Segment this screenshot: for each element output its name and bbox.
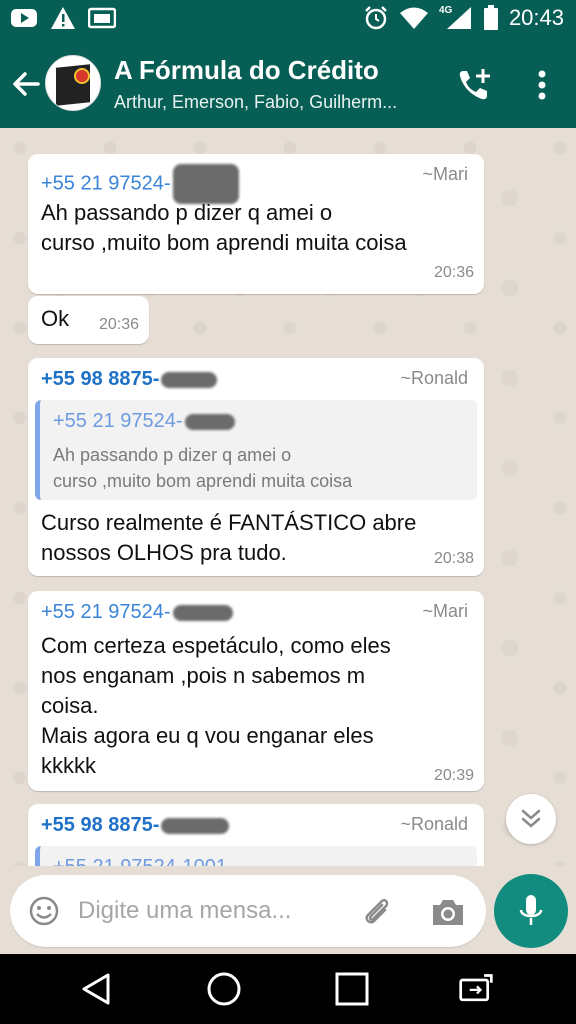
sender-alias: ~Mari: [422, 164, 468, 184]
more-vert-icon[interactable]: [528, 65, 556, 105]
youtube-icon: [11, 9, 37, 27]
warning-icon: [51, 7, 75, 29]
quoted-sender: +55 21 97524-: [53, 410, 235, 433]
nav-back-icon[interactable]: [78, 971, 114, 1007]
add-call-icon[interactable]: [455, 65, 495, 105]
message-bubble[interactable]: +55 98 8875- ~Ronald +55 21 97524-1001: [28, 804, 484, 866]
sender-alias: ~Ronald: [400, 814, 468, 834]
message-bubble[interactable]: Ok 20:36: [28, 296, 149, 344]
system-nav-bar: [0, 954, 576, 1024]
mic-icon: [519, 895, 543, 925]
message-text: Com certeza espetáculo, como eles nos en…: [41, 633, 391, 778]
nav-recents-icon[interactable]: [334, 971, 370, 1007]
alarm-icon: [365, 6, 387, 30]
chat-title[interactable]: A Fórmula do Crédito: [114, 55, 379, 86]
message-time: 20:36: [433, 264, 474, 281]
wifi-icon: [399, 7, 428, 29]
quoted-text: Ah passando p dizer q amei o curso ,muit…: [53, 445, 353, 491]
redacted-number: [184, 413, 235, 430]
participants-list[interactable]: Arthur, Emerson, Fabio, Guilherm...: [114, 92, 434, 113]
quoted-message[interactable]: +55 21 97524-1001: [35, 846, 477, 866]
chat-area[interactable]: +55 21 97524- ~Mari Ah passando p dizer …: [0, 128, 576, 866]
message-input-box[interactable]: Digite uma mensa...: [10, 875, 486, 947]
battery-icon: [483, 5, 498, 30]
redacted-number: [161, 371, 218, 388]
voice-record-button[interactable]: [494, 874, 568, 948]
sender-alias: ~Ronald: [400, 368, 468, 388]
quoted-sender: +55 21 97524-1001: [53, 856, 227, 866]
chat-header: A Fórmula do Crédito Arthur, Emerson, Fa…: [0, 38, 576, 128]
sender-alias: ~Mari: [422, 601, 468, 621]
emoji-icon[interactable]: [28, 895, 60, 927]
status-time: 20:43: [508, 5, 564, 30]
chevron-double-down-icon: [521, 809, 541, 828]
scroll-down-button[interactable]: [506, 794, 556, 844]
screen-rotate-icon[interactable]: [458, 971, 494, 1007]
nav-home-icon[interactable]: [206, 971, 242, 1007]
message-bubble[interactable]: +55 21 97524- ~Mari Ah passando p dizer …: [28, 154, 484, 294]
message-time: 20:36: [98, 316, 139, 333]
back-arrow-icon[interactable]: [8, 66, 44, 102]
network-type-label: 4G: [438, 5, 453, 16]
status-bar: 4G 20:43: [0, 0, 576, 38]
message-bubble[interactable]: +55 98 8875- ~Ronald +55 21 97524- Ah pa…: [28, 358, 484, 576]
compose-bar: Digite uma mensa...: [0, 866, 576, 954]
camera-icon[interactable]: [430, 895, 466, 929]
message-bubble[interactable]: +55 21 97524- ~Mari Com certeza espetácu…: [28, 591, 484, 791]
message-time: 20:39: [433, 767, 474, 784]
message-input[interactable]: Digite uma mensa...: [78, 897, 291, 925]
screen-share-icon: [88, 7, 116, 29]
message-text: Ok: [41, 306, 70, 331]
sender-phone[interactable]: +55 98 8875-: [41, 368, 218, 391]
attach-icon[interactable]: [360, 895, 394, 929]
sender-phone[interactable]: +55 21 97524-: [41, 601, 233, 624]
avatar-logo: [74, 68, 90, 84]
group-avatar[interactable]: [45, 55, 101, 111]
message-text: Curso realmente é FANTÁSTICO abre nossos…: [41, 510, 417, 565]
message-text: Ah passando p dizer q amei o curso ,muit…: [41, 200, 407, 255]
quoted-message[interactable]: +55 21 97524- Ah passando p dizer q amei…: [35, 400, 477, 500]
message-time: 20:38: [433, 550, 474, 567]
redacted-number: [161, 817, 230, 834]
sender-phone[interactable]: +55 98 8875-: [41, 814, 230, 837]
redacted-number: [172, 604, 233, 621]
